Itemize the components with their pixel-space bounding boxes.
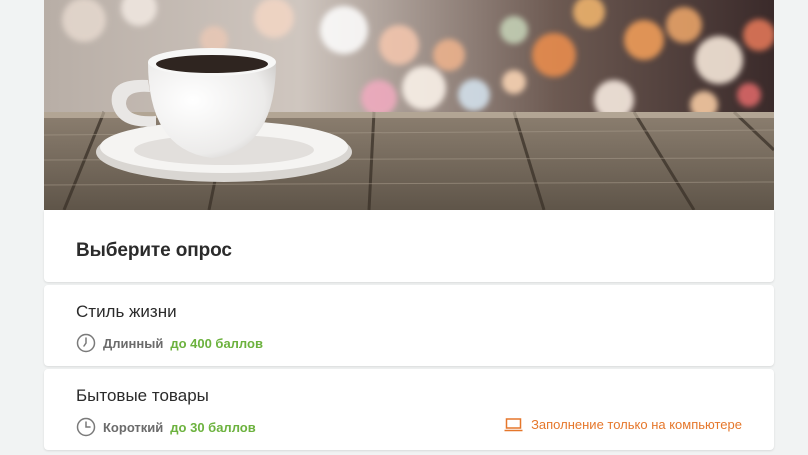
survey-points: до 30 баллов	[170, 419, 256, 435]
survey-list-header: Выберите опрос	[44, 210, 774, 282]
survey-card-lifestyle[interactable]: Стиль жизни Длинный до 400 баллов	[44, 285, 774, 366]
survey-meta: Длинный до 400 баллов	[76, 333, 742, 353]
survey-points: до 400 баллов	[170, 335, 263, 351]
survey-duration: Короткий	[103, 419, 164, 435]
clock-icon	[76, 333, 96, 353]
coffee-on-wooden-table-image	[44, 0, 774, 210]
survey-duration: Длинный	[103, 335, 164, 351]
survey-title: Стиль жизни	[76, 302, 177, 321]
page-title: Выберите опрос	[76, 240, 232, 261]
hero-image-coffee-cup	[44, 0, 774, 210]
laptop-icon	[504, 417, 523, 432]
survey-column: Выберите опрос Стиль жизни Длинный до 40…	[44, 0, 774, 450]
survey-card-household-goods[interactable]: Бытовые товары Короткий до 30 баллов Зап…	[44, 369, 774, 450]
survey-title: Бытовые товары	[76, 386, 209, 405]
clock-icon	[76, 417, 96, 437]
desktop-only-notice: Заполнение только на компьютере	[504, 417, 742, 432]
desktop-only-text: Заполнение только на компьютере	[531, 417, 742, 432]
